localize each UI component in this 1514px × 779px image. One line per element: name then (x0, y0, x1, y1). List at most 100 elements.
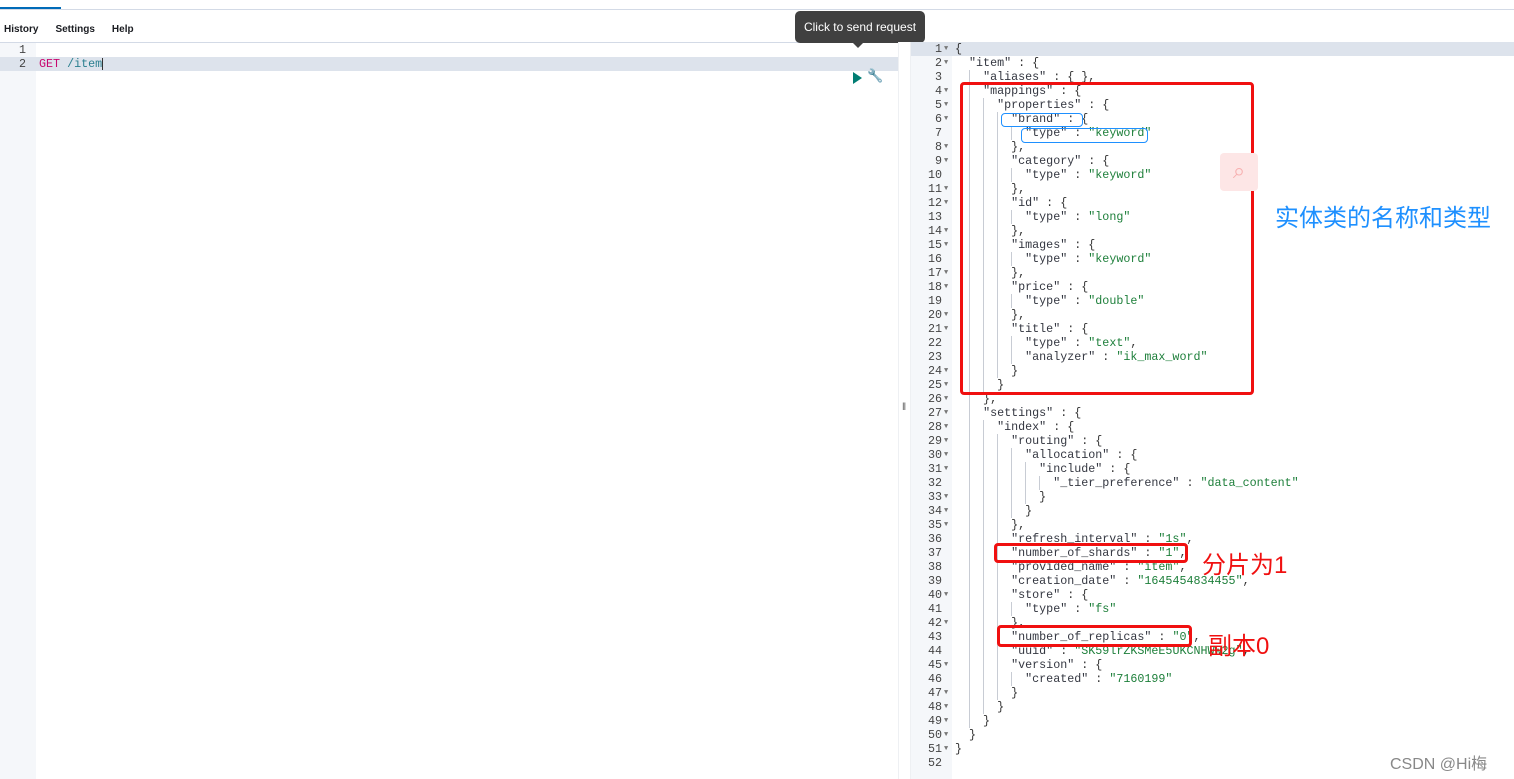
code-text: } (955, 714, 991, 728)
indent-guide (1011, 672, 1013, 686)
top-bar (0, 0, 1514, 10)
line-number: 18 (927, 280, 942, 294)
line-number: 31 (927, 462, 942, 476)
fold-toggle-icon[interactable]: ▼ (944, 266, 948, 280)
fold-toggle-icon[interactable]: ▼ (944, 658, 948, 672)
annotation-box-brand (1001, 113, 1083, 127)
line-number: 47 (927, 686, 942, 700)
request-line[interactable]: 1 (0, 43, 898, 57)
fold-toggle-icon[interactable]: ▼ (944, 42, 948, 56)
fold-toggle-icon[interactable]: ▼ (944, 742, 948, 756)
response-line: 32 "_tier_preference" : "data_content" (911, 476, 1514, 490)
code-text: "include" : { (1039, 462, 1131, 476)
search-icon[interactable]: ⌕ (1220, 153, 1258, 191)
fold-toggle-icon[interactable]: ▼ (944, 308, 948, 322)
line-number: 4 (934, 84, 942, 98)
indent-guide (969, 588, 971, 602)
fold-toggle-icon[interactable]: ▼ (944, 280, 948, 294)
fold-toggle-icon[interactable]: ▼ (944, 378, 948, 392)
fold-toggle-icon[interactable]: ▼ (944, 462, 948, 476)
indent-guide (969, 546, 971, 560)
indent-guide (969, 700, 971, 714)
fold-toggle-icon[interactable]: ▼ (944, 112, 948, 126)
line-number: 29 (927, 434, 942, 448)
line-number: 10 (927, 168, 942, 182)
indent-guide (1011, 490, 1013, 504)
line-number: 16 (927, 252, 942, 266)
fold-toggle-icon[interactable]: ▼ (944, 154, 948, 168)
history-menu[interactable]: History (4, 24, 38, 35)
fold-toggle-icon[interactable]: ▼ (944, 714, 948, 728)
fold-toggle-icon[interactable]: ▼ (944, 392, 948, 406)
indent-guide (997, 518, 999, 532)
indent-guide (983, 700, 985, 714)
fold-toggle-icon[interactable]: ▼ (944, 700, 948, 714)
drag-handle-icon[interactable]: ‖ (902, 402, 906, 413)
fold-toggle-icon[interactable]: ▼ (944, 434, 948, 448)
fold-toggle-icon[interactable]: ▼ (944, 448, 948, 462)
response-line: 35 ▼ }, (911, 518, 1514, 532)
console-menu: History Settings Help (4, 24, 134, 35)
indent-guide (983, 560, 985, 574)
line-number: 2 (934, 56, 942, 70)
fold-toggle-icon[interactable]: ▼ (944, 84, 948, 98)
fold-toggle-icon[interactable]: ▼ (944, 98, 948, 112)
line-number: 45 (927, 658, 942, 672)
fold-toggle-icon[interactable]: ▼ (944, 56, 948, 70)
code-text: { (955, 42, 963, 56)
pane-resizer[interactable]: ‖ (898, 42, 911, 779)
line-number: 6 (934, 112, 942, 126)
fold-toggle-icon[interactable]: ▼ (944, 196, 948, 210)
indent-guide (983, 448, 985, 462)
indent-guide (983, 658, 985, 672)
annotation-shards: 分片为1 (1202, 552, 1288, 579)
line-number: 30 (927, 448, 942, 462)
fold-toggle-icon[interactable]: ▼ (944, 406, 948, 420)
line-number: 20 (927, 308, 942, 322)
fold-toggle-icon[interactable]: ▼ (944, 182, 948, 196)
code-text: "version" : { (1011, 658, 1103, 672)
fold-toggle-icon[interactable]: ▼ (944, 238, 948, 252)
response-line: 2 ▼ "item" : { (911, 56, 1514, 70)
settings-menu[interactable]: Settings (55, 24, 94, 35)
request-method: GET (39, 57, 61, 71)
response-line: 46 "created" : "7160199" (911, 672, 1514, 686)
fold-toggle-icon[interactable]: ▼ (944, 364, 948, 378)
line-number: 38 (927, 560, 942, 574)
response-line: 1 ▼ { (911, 42, 1514, 56)
fold-toggle-icon[interactable]: ▼ (944, 728, 948, 742)
response-line: 41 "type" : "fs" (911, 602, 1514, 616)
fold-toggle-icon[interactable]: ▼ (944, 686, 948, 700)
fold-toggle-icon[interactable]: ▼ (944, 518, 948, 532)
line-number: 14 (927, 224, 942, 238)
line-number: 19 (927, 294, 942, 308)
request-editor[interactable]: 1 2 GET /item 🔧 (0, 42, 898, 779)
indent-guide (997, 588, 999, 602)
wrench-icon[interactable]: 🔧 (867, 70, 883, 84)
indent-guide (969, 672, 971, 686)
code-text: } (955, 728, 977, 742)
indent-guide (983, 574, 985, 588)
watermark: CSDN @Hi梅 (1390, 756, 1488, 773)
fold-toggle-icon[interactable]: ▼ (944, 140, 948, 154)
response-line: 30 ▼ "allocation" : { (911, 448, 1514, 462)
fold-toggle-icon[interactable]: ▼ (944, 504, 948, 518)
indent-guide (997, 574, 999, 588)
line-number: 37 (927, 546, 942, 560)
indent-guide (969, 518, 971, 532)
indent-guide (997, 476, 999, 490)
fold-toggle-icon[interactable]: ▼ (944, 420, 948, 434)
line-number: 11 (927, 182, 942, 196)
play-icon[interactable] (853, 72, 862, 84)
help-menu[interactable]: Help (112, 24, 134, 35)
indent-guide (1011, 462, 1013, 476)
fold-toggle-icon[interactable]: ▼ (944, 490, 948, 504)
indent-guide (983, 532, 985, 546)
fold-toggle-icon[interactable]: ▼ (944, 588, 948, 602)
fold-toggle-icon[interactable]: ▼ (944, 322, 948, 336)
fold-toggle-icon[interactable]: ▼ (944, 224, 948, 238)
request-line[interactable]: 2 GET /item 🔧 (0, 57, 898, 84)
fold-toggle-icon[interactable]: ▼ (944, 616, 948, 630)
response-line: 31 ▼ "include" : { (911, 462, 1514, 476)
indent-guide (983, 630, 985, 644)
